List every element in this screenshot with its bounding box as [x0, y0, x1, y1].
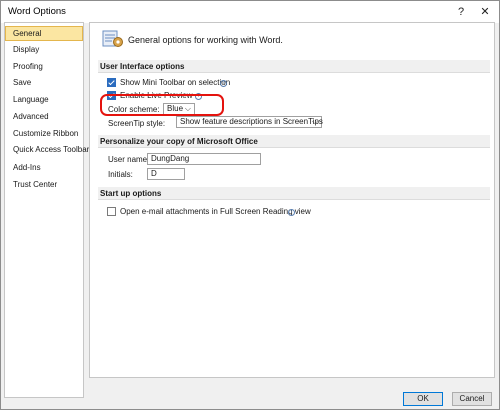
full-screen-reading-checkbox[interactable]: [107, 207, 116, 216]
initials-field[interactable]: D: [147, 168, 185, 180]
help-button[interactable]: ?: [452, 3, 470, 20]
section-personalize: Personalize your copy of Microsoft Offic…: [98, 135, 490, 148]
full-screen-reading-label: Open e-mail attachments in Full Screen R…: [120, 207, 311, 216]
sidebar-item-advanced[interactable]: Advanced: [5, 109, 83, 124]
cancel-button[interactable]: Cancel: [452, 392, 492, 406]
ok-button[interactable]: OK: [403, 392, 443, 406]
close-button[interactable]: ✕: [476, 3, 494, 20]
section-startup: Start up options: [98, 187, 490, 200]
sidebar-item-save[interactable]: Save: [5, 75, 83, 90]
sidebar-item-trust-center[interactable]: Trust Center: [5, 177, 83, 192]
username-field[interactable]: DungDang: [147, 153, 261, 165]
info-icon: i: [220, 80, 227, 87]
chevron-down-icon: ⌵: [311, 117, 318, 126]
sidebar-item-customize-ribbon[interactable]: Customize Ribbon: [5, 126, 83, 141]
initials-label: Initials:: [108, 170, 133, 179]
screentip-style-value: Show feature descriptions in ScreenTips: [180, 117, 323, 126]
sidebar-item-quick-access-toolbar[interactable]: Quick Access Toolbar: [5, 142, 89, 157]
page-title: General options for working with Word.: [128, 35, 283, 45]
mini-toolbar-checkbox[interactable]: [107, 78, 116, 87]
section-user-interface: User Interface options: [98, 60, 490, 73]
sidebar-item-proofing[interactable]: Proofing: [5, 59, 83, 74]
info-icon: i: [288, 209, 295, 216]
sidebar-item-language[interactable]: Language: [5, 92, 83, 107]
word-options-window: Word Options ? ✕ General Display Proofin…: [0, 0, 500, 410]
title-bar: Word Options ? ✕: [1, 1, 499, 23]
sidebar-item-add-ins[interactable]: Add-Ins: [5, 160, 83, 175]
options-sidebar: General Display Proofing Save Language A…: [4, 22, 89, 398]
general-options-panel: General options for working with Word. U…: [89, 22, 495, 378]
annotation-highlight: [100, 94, 224, 116]
screentip-style-select[interactable]: Show feature descriptions in ScreenTips …: [176, 116, 323, 128]
sidebar-item-display[interactable]: Display: [5, 42, 83, 57]
username-label: User name:: [108, 155, 150, 164]
mini-toolbar-label: Show Mini Toolbar on selection: [120, 78, 231, 87]
options-gear-icon: [102, 30, 123, 47]
screentip-style-label: ScreenTip style:: [108, 119, 166, 128]
window-title: Word Options: [8, 6, 66, 17]
sidebar-item-general[interactable]: General: [5, 26, 83, 41]
